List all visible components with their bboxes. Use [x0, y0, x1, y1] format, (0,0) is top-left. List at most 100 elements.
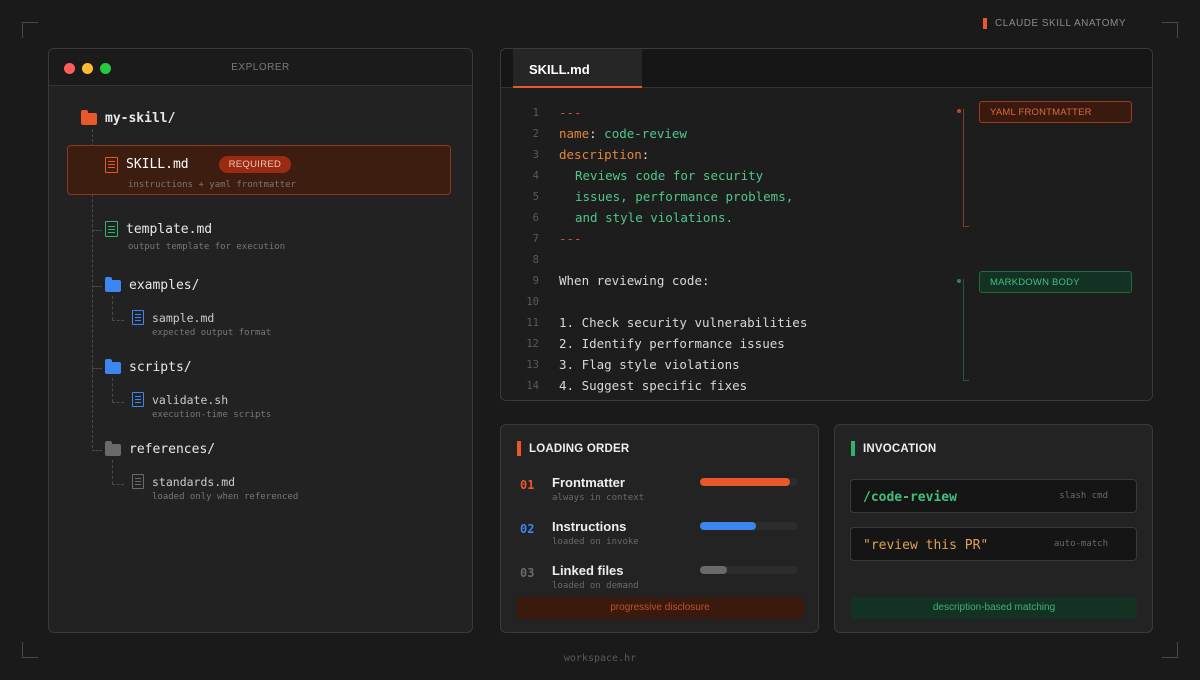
tree-item-my-skill[interactable]: my-skill/ — [81, 109, 175, 126]
tree-branch — [92, 368, 102, 369]
line-number: 3 — [532, 149, 539, 161]
invocation-type: slash cmd — [1059, 491, 1108, 501]
editor-panel: SKILL.md 1 2 3 4 5 6 7 8 9 10 11 12 13 1… — [500, 48, 1153, 401]
loading-order-title: LOADING ORDER — [517, 441, 629, 456]
folder-icon — [105, 276, 121, 292]
slash-command: /code-review — [863, 490, 957, 505]
level-track — [700, 478, 798, 486]
step-description: loaded on invoke — [552, 537, 639, 547]
tree-branch — [92, 230, 102, 231]
yaml-key: description — [559, 147, 642, 162]
frontmatter-delimiter: --- — [559, 231, 582, 246]
code-line-name: name: code-review — [559, 126, 687, 141]
file-name: template.md — [126, 221, 213, 237]
yaml-value: code-review — [604, 126, 687, 141]
step-number: 03 — [520, 566, 535, 580]
frame-corner-top-left — [22, 22, 38, 38]
explorer-panel: EXPLORER my-skill/ SKILL.md REQUIRED ins… — [48, 48, 473, 633]
file-icon — [132, 310, 144, 325]
accent-bar — [517, 441, 521, 456]
file-description: loaded only when referenced — [152, 492, 299, 502]
tree-line-references — [112, 460, 113, 484]
tree-branch — [112, 402, 124, 403]
step-name: Frontmatter — [552, 475, 625, 490]
line-number: 10 — [526, 296, 539, 308]
markdown-body-label: MARKDOWN BODY — [979, 271, 1132, 293]
tree-item-examples[interactable]: examples/ — [105, 276, 200, 293]
tree-branch — [112, 320, 124, 321]
line-number: 1 — [532, 107, 539, 119]
card-title-label: LOADING ORDER — [529, 442, 630, 455]
invocation-title: INVOCATION — [851, 441, 936, 456]
markdown-list-item: 4. Suggest specific fixes — [559, 378, 748, 393]
markdown-list-item: 1. Check security vulnerabilities — [559, 315, 808, 330]
slash-command-box[interactable]: /code-review slash cmd — [850, 479, 1137, 513]
tree-item-validate-sh[interactable]: validate.sh — [132, 392, 228, 407]
tree-line-examples — [112, 296, 113, 320]
line-number: 2 — [532, 128, 539, 140]
markdown-list-item: 2. Identify performance issues — [559, 336, 785, 351]
step-number: 01 — [520, 478, 535, 492]
folder-name: scripts/ — [129, 360, 192, 375]
markdown-text: When reviewing code: — [559, 273, 710, 288]
required-badge: REQUIRED — [218, 156, 292, 173]
editor-tabbar: SKILL.md — [501, 49, 1152, 88]
frame-corner-top-right — [1162, 22, 1178, 38]
folder-icon — [105, 358, 121, 374]
folder-name: examples/ — [129, 278, 200, 293]
line-number: 12 — [526, 338, 539, 350]
file-name: sample.md — [152, 310, 215, 325]
file-icon — [105, 221, 118, 237]
description-matching-label: description-based matching — [851, 597, 1137, 619]
header-tag-label: CLAUDE SKILL ANATOMY — [995, 18, 1126, 29]
frontmatter-delimiter: --- — [559, 105, 582, 120]
line-number: 14 — [526, 380, 539, 392]
file-icon — [105, 156, 118, 173]
file-name: standards.md — [152, 474, 236, 489]
file-description: execution-time scripts — [152, 410, 272, 420]
invocation-card: INVOCATION /code-review slash cmd "revie… — [834, 424, 1153, 633]
level-fill — [700, 478, 791, 486]
step-number: 02 — [520, 522, 535, 536]
code-line-description: description: — [559, 147, 650, 162]
step-description: loaded on demand — [552, 581, 639, 591]
file-name: SKILL.md — [126, 157, 189, 172]
level-fill — [700, 522, 756, 530]
folder-name: references/ — [129, 442, 216, 457]
accent-bar — [851, 441, 855, 456]
file-description: output template for execution — [128, 242, 286, 252]
line-number: 11 — [526, 317, 539, 329]
file-description: expected output format — [152, 328, 272, 338]
folder-icon — [81, 109, 97, 125]
tree-item-standards-md[interactable]: standards.md — [132, 474, 235, 489]
file-description: instructions + yaml frontmatter — [128, 180, 296, 190]
step-description: always in context — [552, 493, 645, 503]
step-name: Linked files — [552, 563, 624, 578]
tree-item-scripts[interactable]: scripts/ — [105, 358, 192, 375]
step-name: Instructions — [552, 519, 627, 534]
tree-item-template-md[interactable]: template.md — [105, 221, 212, 237]
file-icon — [132, 392, 144, 407]
tree-item-skill-md[interactable]: SKILL.md REQUIRED — [105, 156, 292, 173]
explorer-titlebar: EXPLORER — [49, 49, 472, 86]
accent-bar — [983, 18, 988, 29]
level-track — [700, 566, 798, 574]
progressive-disclosure-label: progressive disclosure — [517, 597, 803, 619]
line-number: 7 — [532, 233, 539, 245]
tree-branch — [92, 286, 102, 287]
level-fill — [700, 566, 728, 574]
yaml-value: Reviews code for security — [575, 168, 764, 183]
natural-language-prompt: "review this PR" — [863, 538, 989, 553]
tree-item-sample-md[interactable]: sample.md — [132, 310, 214, 325]
yaml-value: and style violations. — [575, 210, 734, 225]
yaml-frontmatter-label: YAML FRONTMATTER — [979, 101, 1132, 123]
frontmatter-bracket — [963, 109, 969, 227]
auto-match-box[interactable]: "review this PR" auto-match — [850, 527, 1137, 561]
line-number: 8 — [532, 254, 539, 266]
tree-item-references[interactable]: references/ — [105, 440, 216, 457]
yaml-value: issues, performance problems, — [575, 189, 794, 204]
file-icon — [132, 474, 144, 489]
card-title-label: INVOCATION — [863, 442, 937, 455]
markdown-body-bracket — [963, 279, 969, 381]
tab-skill-md[interactable]: SKILL.md — [513, 49, 642, 88]
